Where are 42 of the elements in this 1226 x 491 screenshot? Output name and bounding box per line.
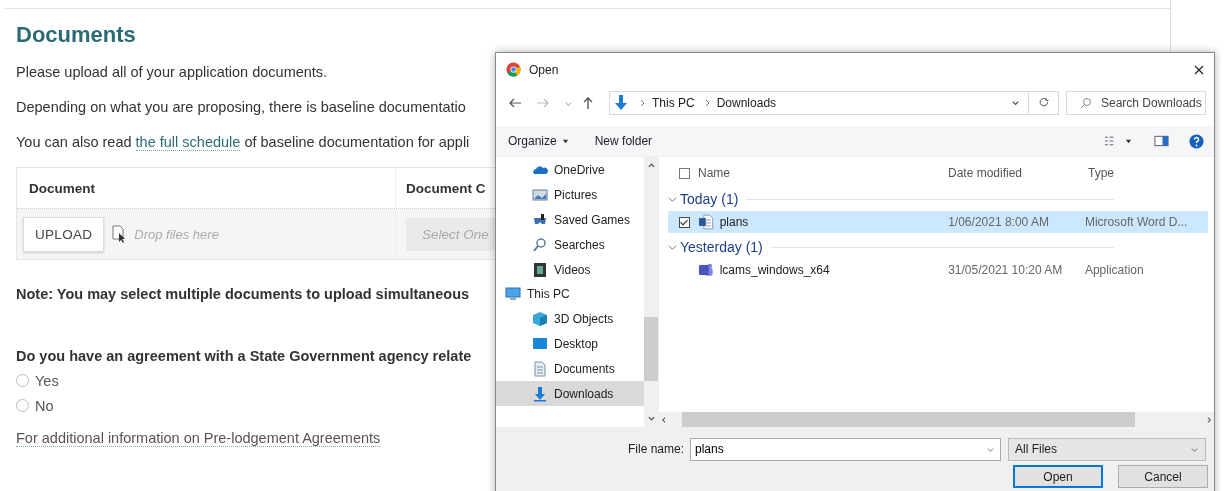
nav-item[interactable]: This PC (496, 282, 644, 307)
nav-item[interactable]: Documents (496, 356, 644, 382)
file-name-field[interactable]: plans (690, 437, 1001, 461)
nav-item[interactable]: Desktop (496, 331, 644, 357)
nav-item[interactable]: 3D Objects (496, 306, 644, 332)
file-row[interactable]: lcams_windows_x64 31/05/2021 10:20 AM Application (668, 259, 1208, 281)
nav-item[interactable]: OneDrive (496, 158, 644, 183)
search-field[interactable]: Search Downloads (1066, 91, 1206, 115)
question-text: Do you have an agreement with a State Government agency relate (16, 348, 473, 364)
nav-item[interactable]: Videos (496, 257, 644, 282)
drop-hint: Drop files here (134, 226, 219, 242)
breadcrumb[interactable]: This PC (652, 96, 695, 110)
info-link[interactable]: For additional information on Pre-lodgement Agreements (16, 430, 381, 447)
column-header[interactable]: Type (1088, 166, 1214, 180)
column-header: Document (28, 179, 96, 198)
group-header[interactable]: Yesterday (1) (680, 239, 763, 255)
paragraph: Depending on what you are proposing, there is baseline documentatio (16, 99, 467, 115)
nav-item[interactable]: Saved Games (496, 207, 644, 233)
window-title: Open (529, 62, 559, 77)
cancel-button[interactable]: Cancel (1118, 465, 1208, 488)
paragraph: You can also read the full schedule of baseline documentation for appli (16, 134, 471, 150)
radio-label: No (35, 397, 54, 414)
organize-menu[interactable]: Organize (508, 134, 569, 148)
nav-item[interactable]: Downloads (496, 381, 644, 406)
schedule-link[interactable]: the full schedule (135, 134, 241, 151)
paragraph: Please upload all of your application documents. (16, 64, 329, 80)
address-bar[interactable]: This PC Downloads (609, 91, 1029, 115)
file-row[interactable]: plans 1/06/2021 8:00 AM Microsoft Word D... (668, 211, 1208, 233)
new-folder-button[interactable]: New folder (594, 134, 653, 148)
column-header[interactable]: Date modified (948, 166, 1088, 180)
open-button[interactable]: Open (1013, 465, 1103, 488)
section-heading: Documents (16, 22, 137, 48)
column-header[interactable]: Name (698, 166, 948, 180)
nav-item[interactable]: Pictures (496, 182, 644, 208)
breadcrumb[interactable]: Downloads (716, 96, 777, 110)
note-text: Note: You may select multiple documents to upload simultaneous (16, 286, 471, 302)
group-header[interactable]: Today (1) (680, 191, 739, 207)
upload-button[interactable]: UPLOAD (23, 216, 105, 252)
file-name-label: File name: (626, 442, 684, 456)
nav-item[interactable]: Searches (496, 232, 644, 258)
radio-label: Yes (35, 372, 59, 389)
file-type-dropdown[interactable]: All Files (1008, 437, 1206, 461)
